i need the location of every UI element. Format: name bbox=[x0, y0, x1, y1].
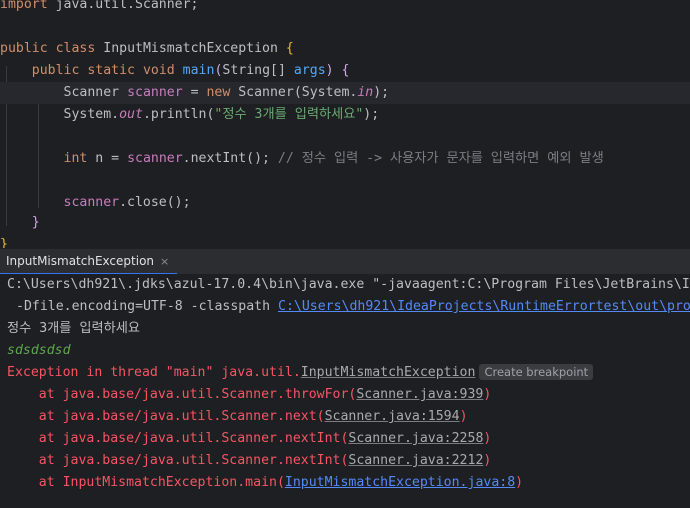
stack-trace-line: at java.base/java.util.Scanner.nextInt(S… bbox=[7, 453, 492, 468]
stack-source-link[interactable]: Scanner.java:2212 bbox=[348, 453, 483, 468]
stack-trace-line: at java.base/java.util.Scanner.throwFor(… bbox=[7, 387, 492, 402]
code-line-brace-main: } bbox=[31, 215, 40, 230]
exception-line: Exception in thread "main" java.util.Inp… bbox=[7, 362, 594, 384]
code-line-print: System.out.println("정수 3개를 입력하세요"); bbox=[63, 107, 380, 122]
code-line-close: scanner.close(); bbox=[63, 195, 191, 210]
code-line-class: public class InputMismatchException { bbox=[0, 41, 294, 56]
run-tool-window-tabs: InputMismatchException × bbox=[0, 248, 690, 275]
create-breakpoint-button[interactable]: Create breakpoint bbox=[479, 364, 594, 380]
stack-source-link[interactable]: Scanner.java:1594 bbox=[325, 409, 460, 424]
code-line-brace-class: } bbox=[0, 237, 8, 248]
stack-trace-line: at java.base/java.util.Scanner.nextInt(S… bbox=[7, 431, 492, 446]
console-classpath-line: -Dfile.encoding=UTF-8 -classpath C:\User… bbox=[16, 299, 690, 314]
console-user-input: sdsdsdsd bbox=[7, 343, 71, 358]
tab-run-inputmismatchexception[interactable]: InputMismatchException × bbox=[0, 249, 178, 275]
stack-source-link[interactable]: Scanner.java:2258 bbox=[348, 431, 483, 446]
stack-source-link[interactable]: InputMismatchException.java:8 bbox=[285, 475, 515, 490]
code-line-main: public static void main(String[] args) { bbox=[31, 63, 350, 78]
console-output-line: 정수 3개를 입력하세요 bbox=[7, 321, 141, 336]
code-line-import: import java.util.Scanner; bbox=[0, 0, 199, 12]
code-line-scanner: Scanner scanner = new Scanner(System.in)… bbox=[0, 82, 690, 104]
run-console[interactable]: C:\Users\dh921\.jdks\azul-17.0.4\bin\jav… bbox=[0, 274, 690, 508]
tab-label: InputMismatchException bbox=[6, 254, 155, 268]
exception-class-link[interactable]: InputMismatchException bbox=[301, 365, 476, 380]
code-editor[interactable]: import java.util.Scanner; public class I… bbox=[0, 0, 690, 248]
classpath-link[interactable]: C:\Users\dh921\IdeaProjects\RuntimeError… bbox=[278, 299, 690, 314]
console-command-line: C:\Users\dh921\.jdks\azul-17.0.4\bin\jav… bbox=[7, 277, 690, 292]
close-icon[interactable]: × bbox=[160, 255, 169, 268]
stack-trace-line: at InputMismatchException.main(InputMism… bbox=[7, 475, 524, 490]
stack-trace-line: at java.base/java.util.Scanner.next(Scan… bbox=[7, 409, 468, 424]
code-line-int: int n = scanner.nextInt(); // 정수 입력 -> 사… bbox=[63, 151, 604, 166]
stack-source-link[interactable]: Scanner.java:939 bbox=[356, 387, 483, 402]
